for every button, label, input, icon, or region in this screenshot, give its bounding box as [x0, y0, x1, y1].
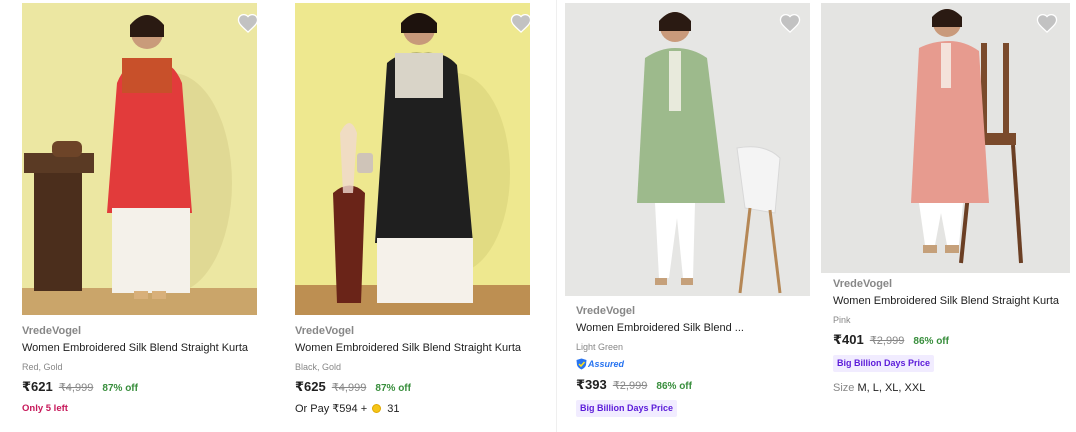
product-title[interactable]: Women Embroidered Silk Blend ... [576, 321, 806, 335]
original-price: ₹2,999 [612, 380, 648, 392]
assured-label: Assured [588, 359, 625, 369]
selling-price: ₹625 [295, 379, 326, 394]
selling-price: ₹621 [22, 379, 53, 394]
offer-tag: Big Billion Days Price [833, 355, 935, 372]
product-color: Black, Gold [295, 362, 342, 372]
product-image[interactable] [295, 3, 530, 315]
offer-tag: Big Billion Days Price [576, 400, 678, 417]
assured-badge: Assured [576, 357, 806, 371]
original-price: ₹4,999 [58, 382, 94, 394]
selling-price: ₹401 [833, 332, 864, 347]
heart-icon [1036, 13, 1058, 33]
product-title[interactable]: Women Embroidered Silk Blend Straight Ku… [295, 341, 535, 355]
pay-prefix: Or Pay ₹594 + [295, 403, 368, 415]
product-color: Pink [833, 315, 851, 325]
product-color: Red, Gold [22, 362, 63, 372]
wishlist-button[interactable] [1036, 13, 1058, 33]
selling-price: ₹393 [576, 377, 607, 392]
heart-icon [779, 13, 801, 33]
supercoin-icon [372, 404, 382, 413]
wishlist-button[interactable] [237, 13, 259, 33]
size-list: M, L, XL, XXL [857, 382, 926, 394]
product-image[interactable] [22, 3, 257, 315]
original-price: ₹2,999 [869, 335, 905, 347]
product-info: VredeVogel Women Embroidered Silk Blend … [22, 324, 262, 415]
price-row: ₹393 ₹2,999 86% off [576, 377, 806, 394]
product-info: VredeVogel Women Embroidered Silk Blend … [833, 277, 1069, 395]
product-color: Light Green [576, 342, 624, 352]
product-image[interactable] [821, 3, 1070, 273]
price-row: ₹621 ₹4,999 87% off [22, 379, 262, 396]
stock-note: Only 5 left [22, 403, 68, 414]
card-divider [556, 0, 557, 432]
product-info: VredeVogel Women Embroidered Silk Blend … [576, 304, 806, 417]
discount-label: 86% off [913, 336, 949, 347]
discount-label: 86% off [656, 381, 692, 392]
assured-shield-icon [576, 358, 587, 370]
discount-label: 87% off [375, 383, 411, 394]
price-row: ₹625 ₹4,999 87% off [295, 379, 535, 396]
brand-name: VredeVogel [295, 325, 355, 337]
wishlist-button[interactable] [779, 13, 801, 33]
supercoin-pay-option: Or Pay ₹594 + 31 [295, 402, 535, 416]
discount-label: 87% off [102, 383, 138, 394]
wishlist-button[interactable] [510, 13, 532, 33]
product-info: VredeVogel Women Embroidered Silk Blend … [295, 324, 535, 416]
size-label: Size [833, 382, 855, 394]
original-price: ₹4,999 [331, 382, 367, 394]
price-row: ₹401 ₹2,999 86% off [833, 332, 1069, 349]
brand-name: VredeVogel [833, 278, 893, 290]
product-title[interactable]: Women Embroidered Silk Blend Straight Ku… [22, 341, 262, 355]
brand-name: VredeVogel [22, 325, 82, 337]
available-sizes: Size M, L, XL, XXL [833, 381, 1069, 395]
product-title[interactable]: Women Embroidered Silk Blend Straight Ku… [833, 294, 1069, 308]
coin-count: 31 [387, 403, 400, 415]
product-image[interactable] [565, 3, 810, 296]
brand-name: VredeVogel [576, 305, 636, 317]
heart-icon [237, 13, 259, 33]
heart-icon [510, 13, 532, 33]
